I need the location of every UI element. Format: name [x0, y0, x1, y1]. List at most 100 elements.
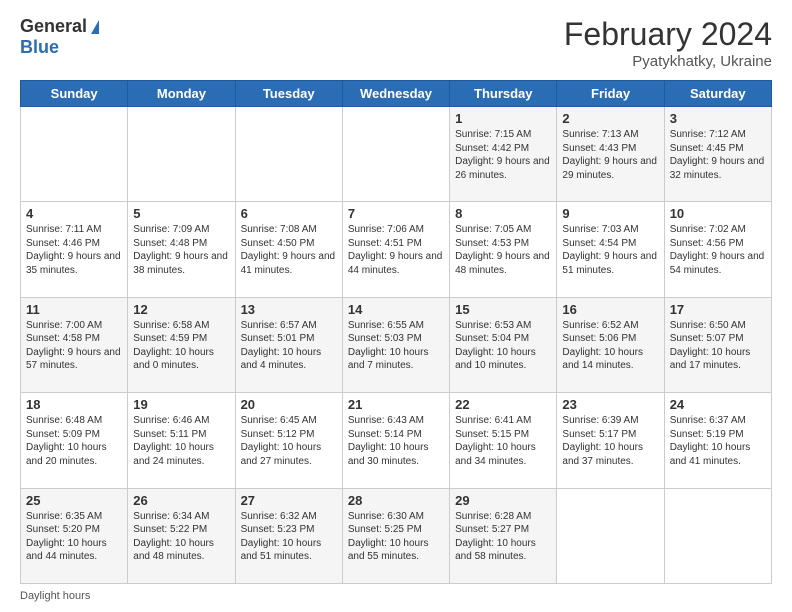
header-friday: Friday — [557, 81, 664, 107]
day-info: Sunrise: 7:09 AM Sunset: 4:48 PM Dayligh… — [133, 223, 229, 277]
table-row: 28Sunrise: 6:30 AM Sunset: 5:25 PM Dayli… — [342, 488, 449, 583]
table-row: 23Sunrise: 6:39 AM Sunset: 5:17 PM Dayli… — [557, 393, 664, 488]
table-row: 4 Sunrise: 7:11 AM Sunset: 4:46 PM Daylig… — [21, 202, 128, 297]
table-row — [128, 107, 235, 202]
table-row: 11 Sunrise: 7:00 AM Sunset: 4:58 PM Dayli… — [21, 297, 128, 392]
day-info: Sunrise: 7:08 AM Sunset: 4:50 PM Dayligh… — [241, 223, 337, 277]
day-number: 8 — [455, 206, 551, 221]
table-row: 26 Sunrise: 6:34 AM Sunset: 5:22 PM Dayli… — [128, 488, 235, 583]
title-section: February 2024 Pyatykhatky, Ukraine — [564, 16, 772, 70]
table-row: 12Sunrise: 6:58 AM Sunset: 4:59 PM Dayli… — [128, 297, 235, 392]
table-row: 1 Sunrise: 7:15 AM Sunset: 4:42 PM Daylig… — [450, 107, 557, 202]
day-number: 14 — [348, 302, 444, 317]
day-info: Sunrise: 6:48 AM Sunset: 5:09 PM Dayligh… — [26, 414, 122, 468]
table-row: 15 Sunrise: 6:53 AM Sunset: 5:04 PM Dayli… — [450, 297, 557, 392]
header: General Blue February 2024 Pyatykhatky, … — [20, 16, 772, 70]
location: Pyatykhatky, Ukraine — [564, 53, 772, 70]
day-number: 13 — [241, 302, 337, 317]
calendar-week-row: 25 Sunrise: 6:35 AM Sunset: 5:20 PM Dayli… — [21, 488, 772, 583]
day-number: 5 — [133, 206, 229, 221]
table-row — [664, 488, 771, 583]
day-info: Sunrise: 7:15 AM Sunset: 4:42 PM Dayligh… — [455, 128, 551, 182]
daylight-hours-label: Daylight hours — [20, 590, 90, 602]
day-info: Sunrise: 6:55 AM Sunset: 5:03 PM Dayligh… — [348, 319, 444, 373]
table-row — [557, 488, 664, 583]
header-saturday: Saturday — [664, 81, 771, 107]
day-number: 12 — [133, 302, 229, 317]
day-number: 24 — [670, 397, 766, 412]
header-wednesday: Wednesday — [342, 81, 449, 107]
day-number: 20 — [241, 397, 337, 412]
day-info: Sunrise: 7:13 AM Sunset: 4:43 PM Dayligh… — [562, 128, 658, 182]
table-row: 24 Sunrise: 6:37 AM Sunset: 5:19 PM Dayli… — [664, 393, 771, 488]
table-row: 5 Sunrise: 7:09 AM Sunset: 4:48 PM Daylig… — [128, 202, 235, 297]
day-info: Sunrise: 6:57 AM Sunset: 5:01 PM Dayligh… — [241, 319, 337, 373]
logo: General Blue — [20, 16, 99, 58]
day-info: Sunrise: 6:45 AM Sunset: 5:12 PM Dayligh… — [241, 414, 337, 468]
calendar-week-row: 1 Sunrise: 7:15 AM Sunset: 4:42 PM Daylig… — [21, 107, 772, 202]
table-row: 27 Sunrise: 6:32 AM Sunset: 5:23 PM Dayli… — [235, 488, 342, 583]
table-row: 2 Sunrise: 7:13 AM Sunset: 4:43 PM Daylig… — [557, 107, 664, 202]
table-row: 22 Sunrise: 6:41 AM Sunset: 5:15 PM Dayli… — [450, 393, 557, 488]
day-info: Sunrise: 7:02 AM Sunset: 4:56 PM Dayligh… — [670, 223, 766, 277]
header-monday: Monday — [128, 81, 235, 107]
day-number: 27 — [241, 493, 337, 508]
day-info: Sunrise: 7:03 AM Sunset: 4:54 PM Dayligh… — [562, 223, 658, 277]
day-info: Sunrise: 6:53 AM Sunset: 5:04 PM Dayligh… — [455, 319, 551, 373]
day-info: Sunrise: 7:05 AM Sunset: 4:53 PM Dayligh… — [455, 223, 551, 277]
day-info: Sunrise: 6:41 AM Sunset: 5:15 PM Dayligh… — [455, 414, 551, 468]
table-row: 14 Sunrise: 6:55 AM Sunset: 5:03 PM Dayli… — [342, 297, 449, 392]
day-number: 2 — [562, 111, 658, 126]
day-info: Sunrise: 7:12 AM Sunset: 4:45 PM Dayligh… — [670, 128, 766, 182]
day-number: 17 — [670, 302, 766, 317]
day-number: 26 — [133, 493, 229, 508]
table-row: 29 Sunrise: 6:28 AM Sunset: 5:27 PM Dayli… — [450, 488, 557, 583]
day-number: 6 — [241, 206, 337, 221]
table-row — [21, 107, 128, 202]
day-number: 28 — [348, 493, 444, 508]
day-info: Sunrise: 6:34 AM Sunset: 5:22 PM Dayligh… — [133, 510, 229, 564]
day-number: 18 — [26, 397, 122, 412]
day-number: 11 — [26, 302, 122, 317]
table-row: 19Sunrise: 6:46 AM Sunset: 5:11 PM Dayli… — [128, 393, 235, 488]
logo-triangle-icon — [91, 20, 99, 34]
table-row: 13 Sunrise: 6:57 AM Sunset: 5:01 PM Dayli… — [235, 297, 342, 392]
day-number: 9 — [562, 206, 658, 221]
month-year: February 2024 — [564, 16, 772, 53]
day-info: Sunrise: 6:37 AM Sunset: 5:19 PM Dayligh… — [670, 414, 766, 468]
day-info: Sunrise: 6:50 AM Sunset: 5:07 PM Dayligh… — [670, 319, 766, 373]
table-row: 7Sunrise: 7:06 AM Sunset: 4:51 PM Daylig… — [342, 202, 449, 297]
day-number: 4 — [26, 206, 122, 221]
table-row: 6 Sunrise: 7:08 AM Sunset: 4:50 PM Daylig… — [235, 202, 342, 297]
calendar-week-row: 18 Sunrise: 6:48 AM Sunset: 5:09 PM Dayli… — [21, 393, 772, 488]
day-number: 23 — [562, 397, 658, 412]
day-info: Sunrise: 7:00 AM Sunset: 4:58 PM Dayligh… — [26, 319, 122, 373]
day-number: 10 — [670, 206, 766, 221]
day-info: Sunrise: 6:32 AM Sunset: 5:23 PM Dayligh… — [241, 510, 337, 564]
day-number: 15 — [455, 302, 551, 317]
day-number: 16 — [562, 302, 658, 317]
day-info: Sunrise: 7:06 AM Sunset: 4:51 PM Dayligh… — [348, 223, 444, 277]
day-info: Sunrise: 6:43 AM Sunset: 5:14 PM Dayligh… — [348, 414, 444, 468]
day-number: 21 — [348, 397, 444, 412]
header-thursday: Thursday — [450, 81, 557, 107]
day-info: Sunrise: 6:28 AM Sunset: 5:27 PM Dayligh… — [455, 510, 551, 564]
day-info: Sunrise: 7:11 AM Sunset: 4:46 PM Dayligh… — [26, 223, 122, 277]
day-info: Sunrise: 6:35 AM Sunset: 5:20 PM Dayligh… — [26, 510, 122, 564]
table-row — [235, 107, 342, 202]
table-row: 18 Sunrise: 6:48 AM Sunset: 5:09 PM Dayli… — [21, 393, 128, 488]
day-number: 19 — [133, 397, 229, 412]
table-row: 16Sunrise: 6:52 AM Sunset: 5:06 PM Dayli… — [557, 297, 664, 392]
table-row: 10 Sunrise: 7:02 AM Sunset: 4:56 PM Dayli… — [664, 202, 771, 297]
table-row — [342, 107, 449, 202]
day-number: 29 — [455, 493, 551, 508]
calendar-table: Sunday Monday Tuesday Wednesday Thursday… — [20, 80, 772, 584]
table-row: 8 Sunrise: 7:05 AM Sunset: 4:53 PM Daylig… — [450, 202, 557, 297]
day-number: 25 — [26, 493, 122, 508]
header-tuesday: Tuesday — [235, 81, 342, 107]
logo-general-text: General — [20, 16, 87, 37]
days-header-row: Sunday Monday Tuesday Wednesday Thursday… — [21, 81, 772, 107]
day-number: 22 — [455, 397, 551, 412]
table-row: 20 Sunrise: 6:45 AM Sunset: 5:12 PM Dayli… — [235, 393, 342, 488]
day-number: 1 — [455, 111, 551, 126]
